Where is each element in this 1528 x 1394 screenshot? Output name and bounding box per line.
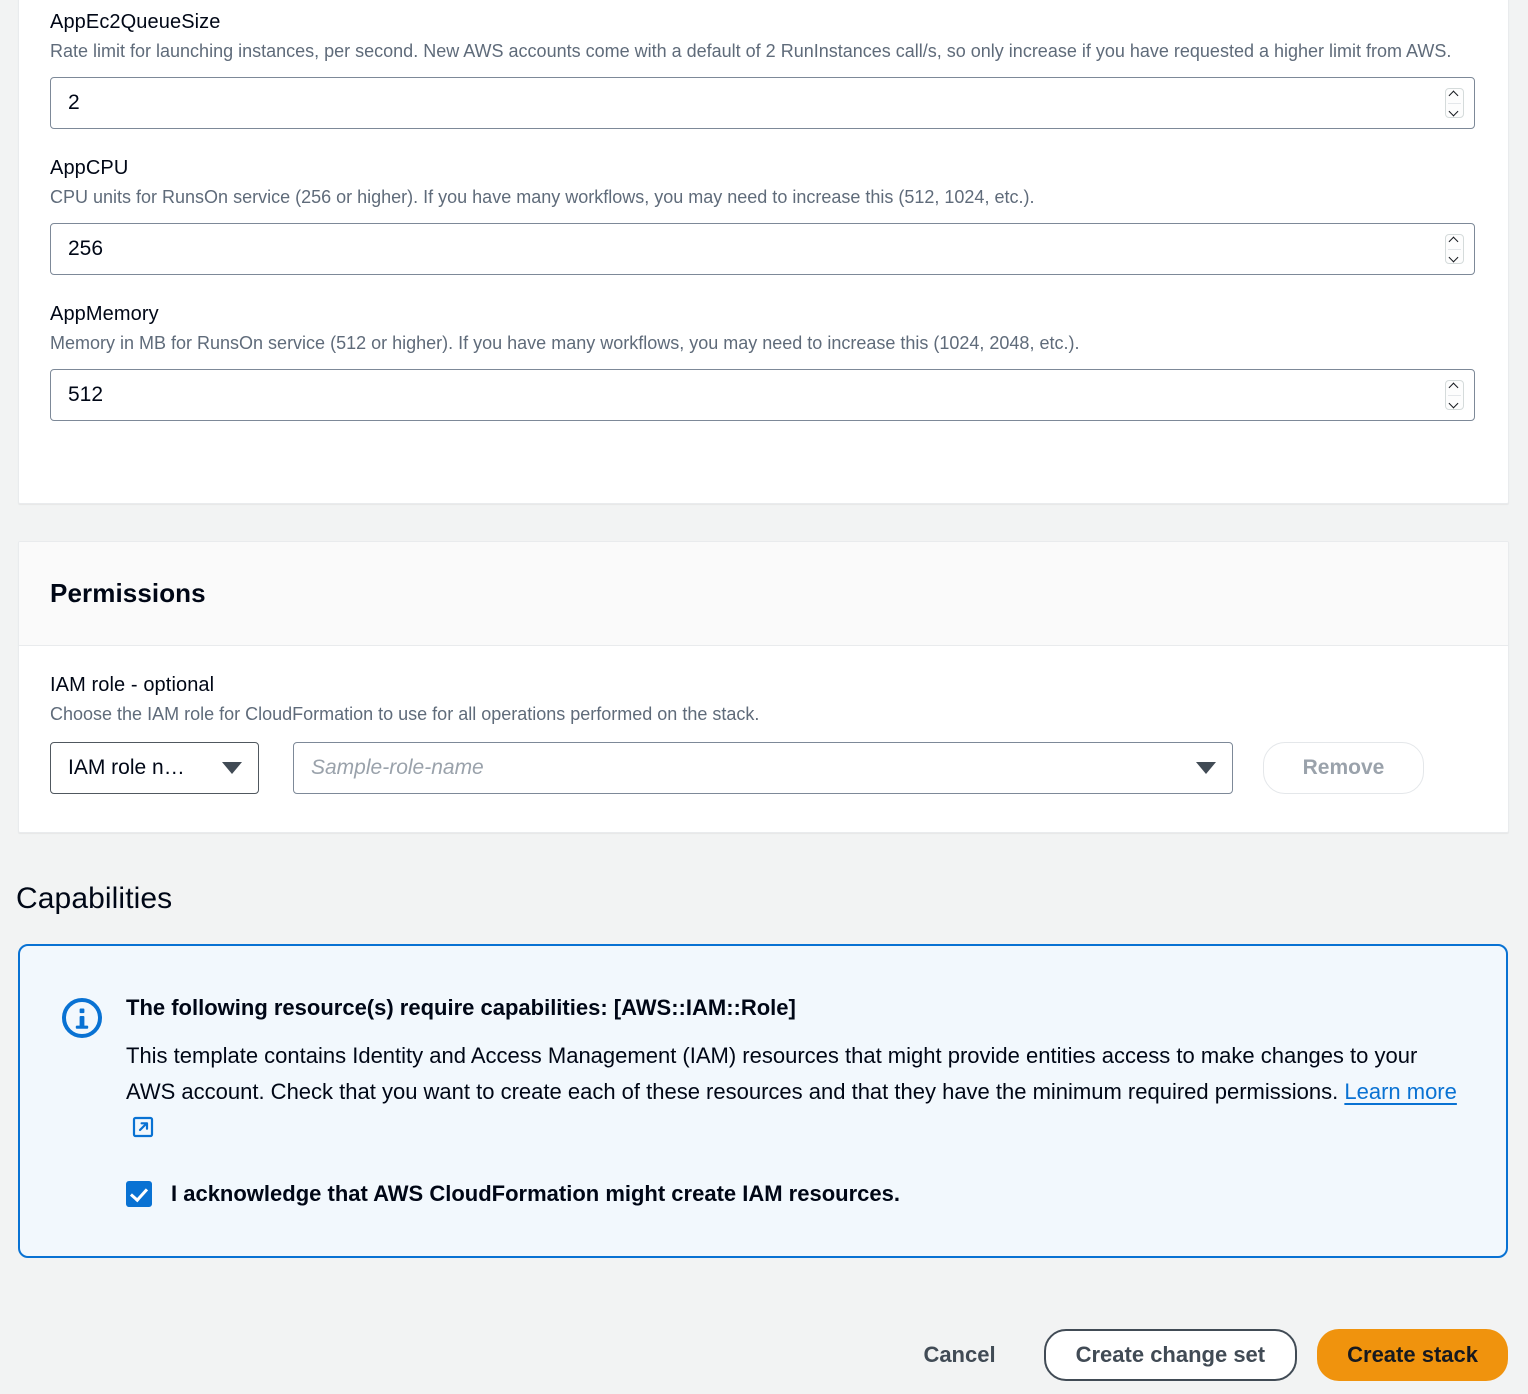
app-memory-input[interactable]	[50, 369, 1475, 421]
create-stack-button[interactable]: Create stack	[1317, 1329, 1508, 1381]
input-wrapper	[50, 369, 1475, 421]
form-field-app-ec2-queue-size: AppEc2QueueSize Rate limit for launching…	[50, 9, 1477, 129]
number-stepper[interactable]	[1445, 380, 1464, 410]
field-description: CPU units for RunsOn service (256 or hig…	[50, 184, 1477, 210]
capabilities-info-alert: The following resource(s) require capabi…	[18, 944, 1508, 1258]
permissions-card-body: IAM role - optional Choose the IAM role …	[19, 646, 1508, 794]
alert-text: This template contains Identity and Acce…	[126, 1038, 1466, 1149]
alert-heading: The following resource(s) require capabi…	[126, 994, 1466, 1022]
stepper-divider	[1448, 395, 1461, 396]
parameters-card: AppEc2QueueSize Rate limit for launching…	[18, 0, 1509, 504]
acknowledge-checkbox[interactable]	[126, 1181, 152, 1207]
capabilities-title: Capabilities	[16, 882, 172, 916]
cancel-button[interactable]: Cancel	[903, 1329, 1015, 1381]
remove-iam-role-button[interactable]: Remove	[1263, 742, 1424, 794]
permissions-title: Permissions	[50, 578, 206, 609]
field-label: AppMemory	[50, 301, 1477, 327]
chevron-down-icon[interactable]	[1450, 255, 1459, 261]
acknowledge-row: I acknowledge that AWS CloudFormation mi…	[126, 1181, 1466, 1207]
input-wrapper	[50, 223, 1475, 275]
create-change-set-button[interactable]: Create change set	[1044, 1329, 1298, 1381]
form-field-app-cpu: AppCPU CPU units for RunsOn service (256…	[50, 155, 1477, 275]
number-stepper[interactable]	[1445, 88, 1464, 118]
chevron-down-icon	[222, 762, 242, 774]
field-label: AppCPU	[50, 155, 1477, 181]
field-description: Rate limit for launching instances, per …	[50, 38, 1477, 64]
form-field-app-memory: AppMemory Memory in MB for RunsOn servic…	[50, 301, 1477, 421]
stepper-divider	[1448, 249, 1461, 250]
app-cpu-input[interactable]	[50, 223, 1475, 275]
create-stack-page: AppEc2QueueSize Rate limit for launching…	[0, 0, 1528, 1394]
acknowledge-label[interactable]: I acknowledge that AWS CloudFormation mi…	[171, 1181, 900, 1207]
info-icon	[60, 996, 104, 1040]
chevron-down-icon[interactable]	[1450, 401, 1459, 407]
field-description: Memory in MB for RunsOn service (512 or …	[50, 330, 1477, 356]
chevron-down-icon[interactable]	[1450, 109, 1459, 115]
iam-role-source-value: IAM role n…	[68, 756, 185, 780]
app-ec2-queue-size-input[interactable]	[50, 77, 1475, 129]
iam-role-name-input[interactable]	[293, 742, 1233, 794]
number-stepper[interactable]	[1445, 234, 1464, 264]
input-wrapper	[50, 77, 1475, 129]
alert-body: The following resource(s) require capabi…	[126, 994, 1466, 1256]
iam-role-description: Choose the IAM role for CloudFormation t…	[50, 701, 1477, 727]
field-label: AppEc2QueueSize	[50, 9, 1477, 35]
external-link-icon[interactable]	[132, 1113, 154, 1149]
iam-role-row: IAM role n… Remove	[50, 742, 1477, 794]
alert-text-body: This template contains Identity and Acce…	[126, 1043, 1417, 1104]
iam-role-label: IAM role - optional	[50, 672, 1477, 698]
chevron-up-icon[interactable]	[1450, 383, 1459, 389]
stepper-divider	[1448, 103, 1461, 104]
iam-role-source-select[interactable]: IAM role n…	[50, 742, 259, 794]
iam-role-name-wrapper	[293, 742, 1233, 794]
learn-more-label: Learn more	[1344, 1079, 1457, 1104]
footer-actions: Cancel Create change set Create stack	[903, 1329, 1508, 1381]
permissions-card-header: Permissions	[19, 542, 1508, 646]
chevron-up-icon[interactable]	[1450, 237, 1459, 243]
permissions-card: Permissions IAM role - optional Choose t…	[18, 541, 1509, 833]
chevron-up-icon[interactable]	[1450, 91, 1459, 97]
learn-more-link[interactable]: Learn more	[1344, 1079, 1457, 1104]
